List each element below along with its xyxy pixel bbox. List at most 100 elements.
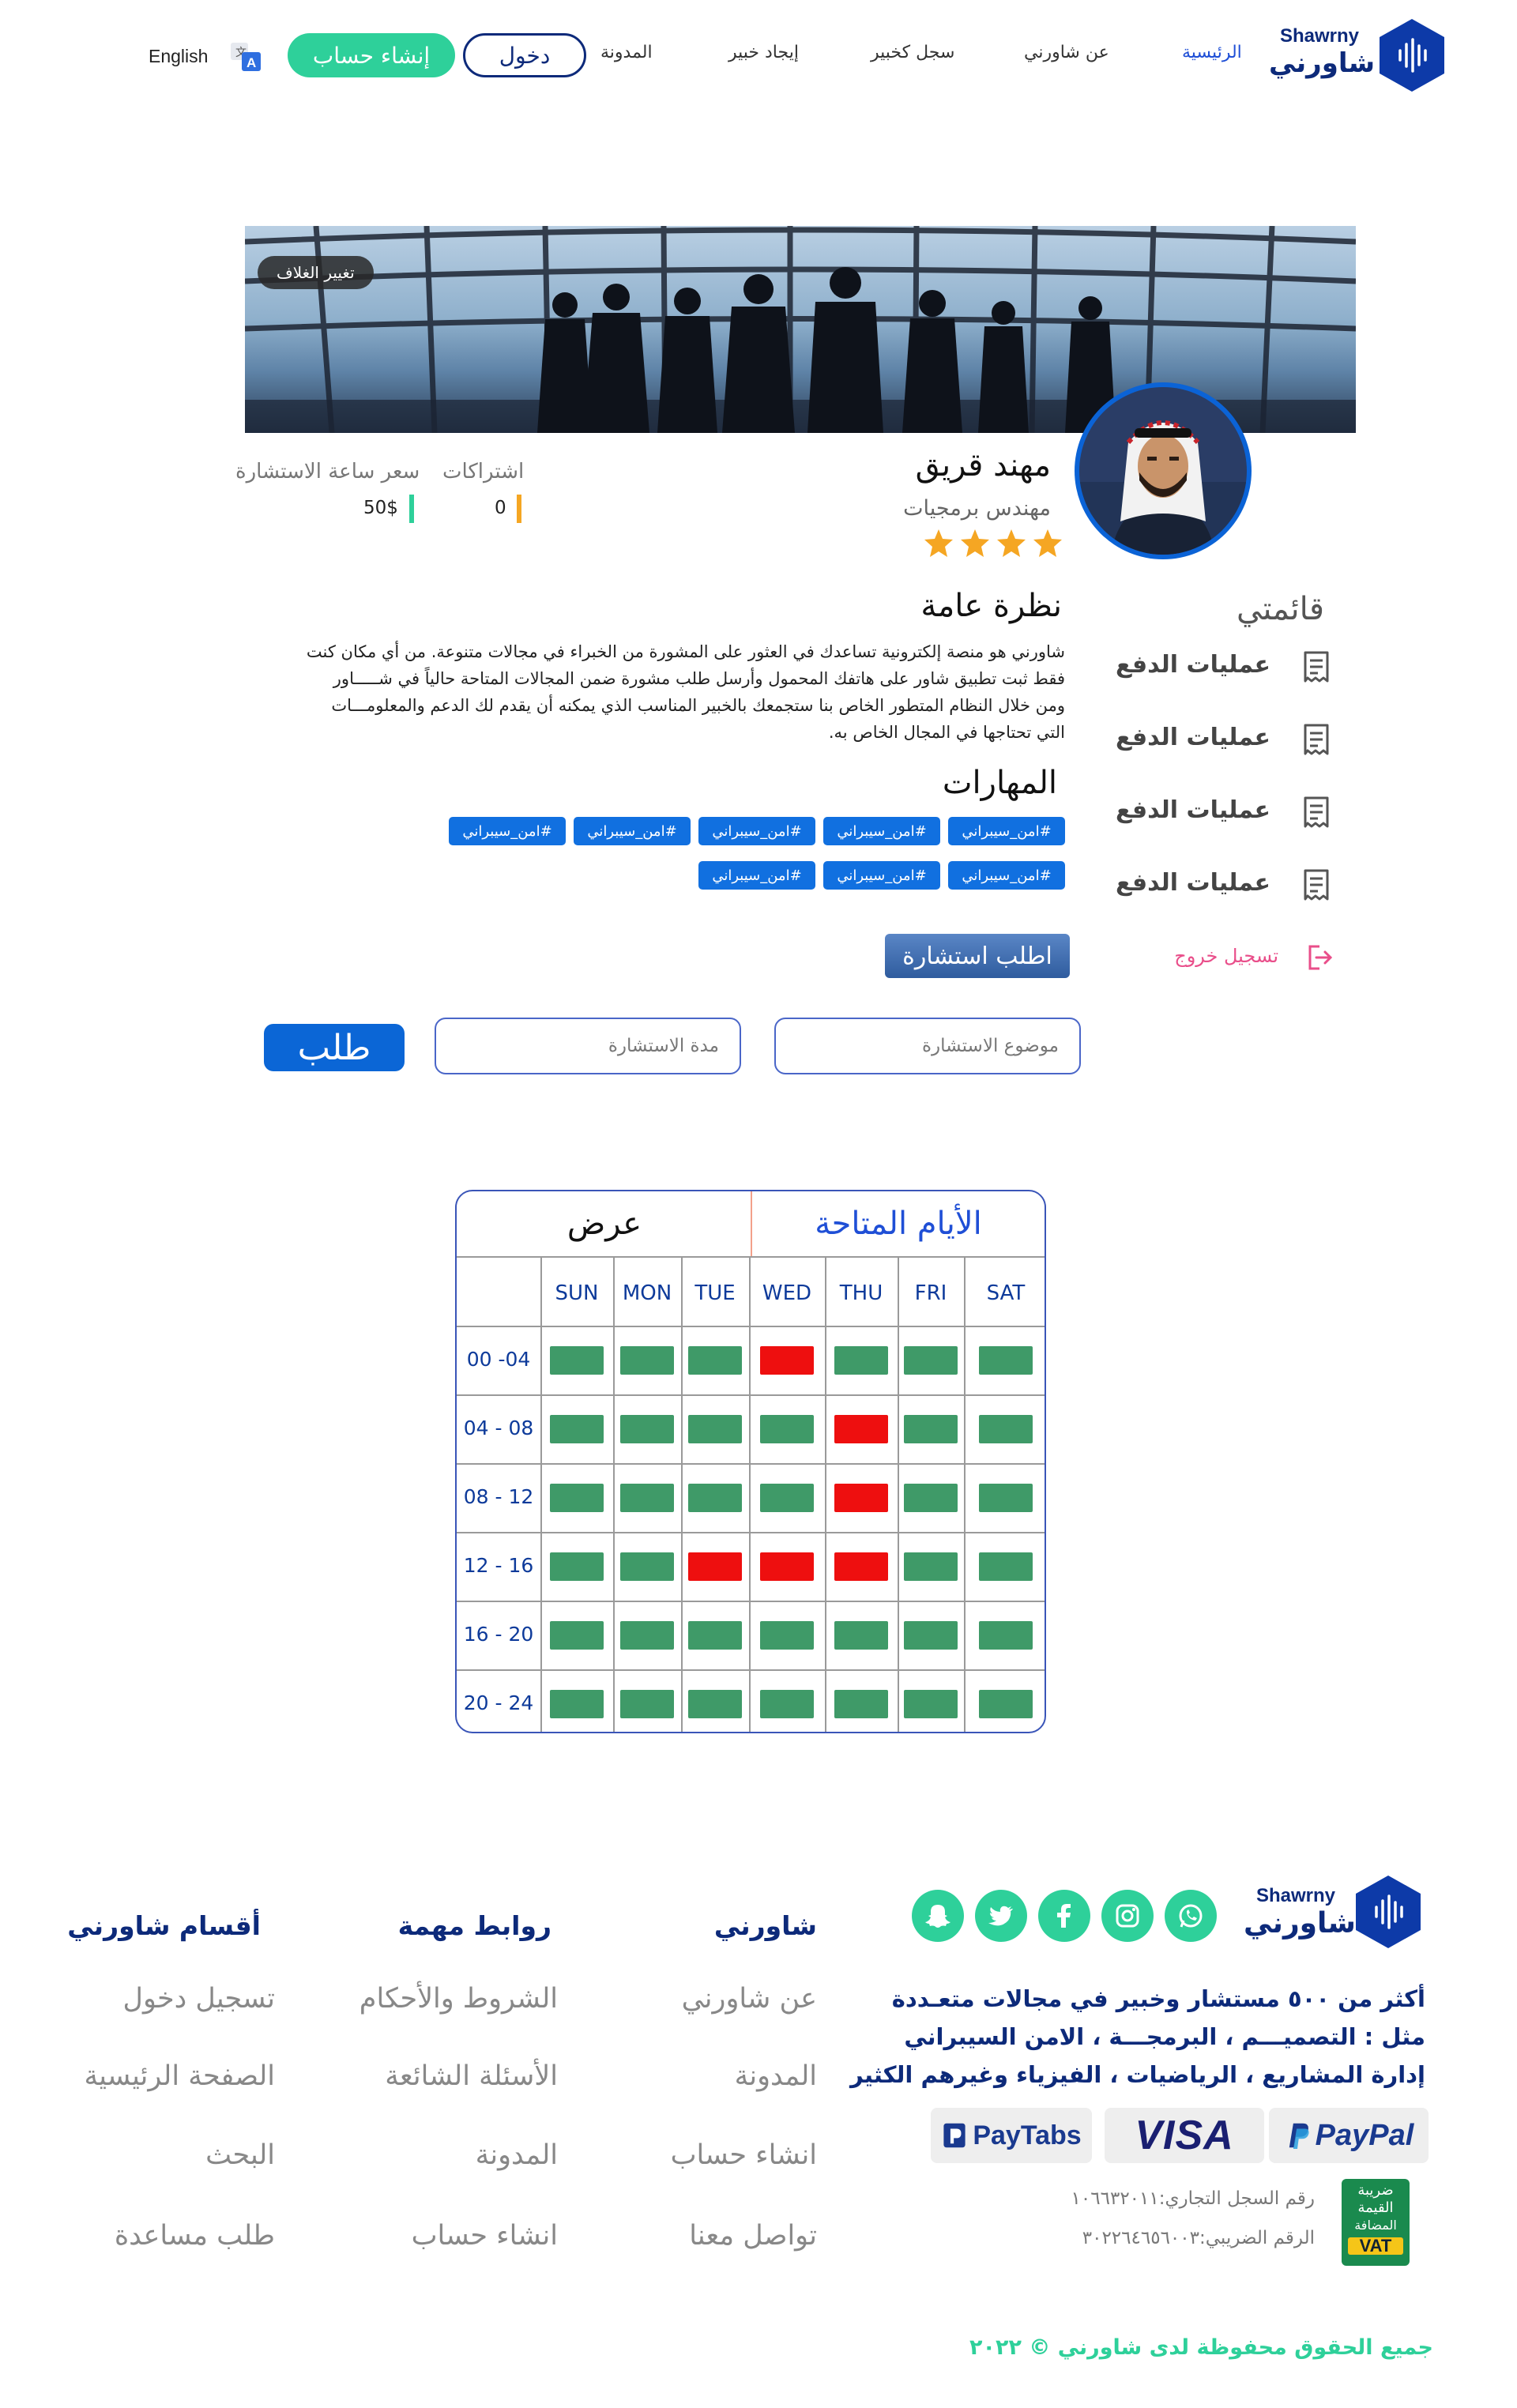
slot-available[interactable] — [620, 1621, 674, 1650]
slot-available[interactable] — [904, 1415, 958, 1443]
slot-available[interactable] — [979, 1346, 1033, 1375]
slot-available[interactable] — [904, 1621, 958, 1650]
login-button[interactable]: دخول — [463, 33, 586, 77]
slot-available[interactable] — [834, 1621, 888, 1650]
slot-booked[interactable] — [834, 1552, 888, 1581]
day-header: SUN — [555, 1281, 599, 1305]
slot-available[interactable] — [979, 1552, 1033, 1581]
sidebar-item-payments[interactable]: عمليات الدفع — [1114, 717, 1335, 762]
slot-booked[interactable] — [834, 1415, 888, 1443]
slot-available[interactable] — [688, 1621, 742, 1650]
footer-column-title: أقسام شاورني — [67, 1910, 261, 1941]
tab-view[interactable]: عرض — [457, 1191, 752, 1256]
nav-home[interactable]: الرئيسية — [1182, 43, 1242, 62]
slot-available[interactable] — [620, 1690, 674, 1718]
profile-title: مهندس برمجيات — [903, 496, 1051, 521]
footer-link[interactable]: تواصل معنا — [689, 2220, 817, 2252]
footer-about-line: مثل : التصميـــم ، البرمجـــة ، الامن ال… — [904, 2023, 1425, 2050]
slot-available[interactable] — [550, 1346, 604, 1375]
skill-tag[interactable]: #امن_سيبراني — [948, 861, 1065, 890]
skill-tag[interactable]: #امن_سيبراني — [698, 817, 815, 845]
slot-available[interactable] — [620, 1346, 674, 1375]
submit-request-button[interactable]: طلب — [264, 1024, 405, 1071]
sidebar-item-payments[interactable]: عمليات الدفع — [1114, 790, 1335, 834]
slot-booked[interactable] — [760, 1552, 814, 1581]
footer-link[interactable]: المدونة — [476, 2139, 558, 2171]
grid-line — [613, 1256, 615, 1732]
slot-available[interactable] — [979, 1690, 1033, 1718]
slot-available[interactable] — [760, 1484, 814, 1512]
footer-link[interactable]: تسجيل دخول — [123, 1983, 275, 2015]
time-slot-label: 12 - 16 — [463, 1554, 534, 1577]
nav-blog[interactable]: المدونة — [600, 43, 653, 62]
footer-logo-hex-icon[interactable] — [1354, 1874, 1422, 1950]
slot-available[interactable] — [834, 1690, 888, 1718]
footer-link[interactable]: البحث — [205, 2139, 275, 2171]
slot-available[interactable] — [688, 1484, 742, 1512]
instagram-icon[interactable] — [1101, 1890, 1154, 1942]
slot-available[interactable] — [688, 1346, 742, 1375]
skill-tag[interactable]: #امن_سيبراني — [823, 861, 940, 890]
footer-link[interactable]: المدونة — [735, 2060, 817, 2092]
slot-available[interactable] — [550, 1484, 604, 1512]
footer-link[interactable]: الصفحة الرئيسية — [85, 2060, 275, 2092]
slot-available[interactable] — [688, 1690, 742, 1718]
slot-available[interactable] — [620, 1552, 674, 1581]
language-switch[interactable]: English — [149, 46, 208, 67]
time-slot-label: 04 - 08 — [463, 1417, 534, 1439]
slot-booked[interactable] — [760, 1346, 814, 1375]
slot-booked[interactable] — [688, 1552, 742, 1581]
skill-tag[interactable]: #امن_سيبراني — [574, 817, 691, 845]
slot-available[interactable] — [904, 1690, 958, 1718]
avatar[interactable] — [1075, 382, 1252, 559]
slot-available[interactable] — [688, 1415, 742, 1443]
slot-available[interactable] — [979, 1415, 1033, 1443]
nav-about[interactable]: عن شاورني — [1024, 43, 1109, 62]
slot-available[interactable] — [760, 1621, 814, 1650]
slot-available[interactable] — [979, 1484, 1033, 1512]
consult-duration-input[interactable] — [436, 1019, 740, 1073]
logout-button[interactable]: تسجيل خروج — [1174, 937, 1335, 976]
snapchat-icon[interactable] — [912, 1890, 964, 1942]
tab-available-days[interactable]: الأيام المتاحة — [751, 1191, 1045, 1256]
consult-topic-input[interactable] — [776, 1019, 1079, 1073]
footer-link[interactable]: الشروط والأحكام — [359, 1983, 558, 2015]
skill-tag[interactable]: #امن_سيبراني — [823, 817, 940, 845]
skill-tag[interactable]: #امن_سيبراني — [698, 861, 815, 890]
slot-available[interactable] — [979, 1621, 1033, 1650]
sidebar-item-payments[interactable]: عمليات الدفع — [1114, 863, 1335, 907]
slot-available[interactable] — [904, 1346, 958, 1375]
slot-available[interactable] — [550, 1415, 604, 1443]
nav-find-expert[interactable]: إيجاد خبير — [728, 43, 799, 62]
slot-available[interactable] — [550, 1690, 604, 1718]
slot-available[interactable] — [904, 1552, 958, 1581]
slot-available[interactable] — [550, 1552, 604, 1581]
signup-button[interactable]: إنشاء حساب — [288, 33, 455, 77]
skill-tag[interactable]: #امن_سيبراني — [948, 817, 1065, 845]
footer-link[interactable]: انشاء حساب — [412, 2220, 558, 2252]
footer-link[interactable]: الأسئلة الشائعة — [385, 2060, 558, 2092]
slot-available[interactable] — [550, 1621, 604, 1650]
slot-booked[interactable] — [834, 1484, 888, 1512]
twitter-icon[interactable] — [975, 1890, 1027, 1942]
footer-link[interactable]: طلب مساعدة — [115, 2220, 275, 2252]
footer-link[interactable]: انشاء حساب — [671, 2139, 817, 2171]
facebook-icon[interactable] — [1038, 1890, 1090, 1942]
footer-about-line: أكثر من ٥٠٠ مستشار وخبير في مجالات متعـد… — [891, 1985, 1425, 2012]
slot-available[interactable] — [904, 1484, 958, 1512]
hour-price-value: 50$ — [363, 498, 398, 518]
slot-available[interactable] — [620, 1484, 674, 1512]
slot-available[interactable] — [620, 1415, 674, 1443]
translate-icon[interactable]: 文 A — [229, 41, 262, 73]
slot-available[interactable] — [834, 1346, 888, 1375]
change-cover-button[interactable]: تغيير الغلاف — [258, 256, 374, 289]
request-consultation-button[interactable]: اطلب استشارة — [885, 934, 1070, 978]
slot-available[interactable] — [760, 1415, 814, 1443]
footer-link[interactable]: عن شاورني — [682, 1983, 817, 2015]
slot-available[interactable] — [760, 1690, 814, 1718]
logo-hex-icon[interactable] — [1378, 17, 1446, 93]
skill-tag[interactable]: #امن_سيبراني — [449, 817, 566, 845]
sidebar-item-payments[interactable]: عمليات الدفع — [1114, 645, 1335, 689]
whatsapp-icon[interactable] — [1165, 1890, 1217, 1942]
nav-register-expert[interactable]: سجل كخبير — [871, 43, 954, 62]
